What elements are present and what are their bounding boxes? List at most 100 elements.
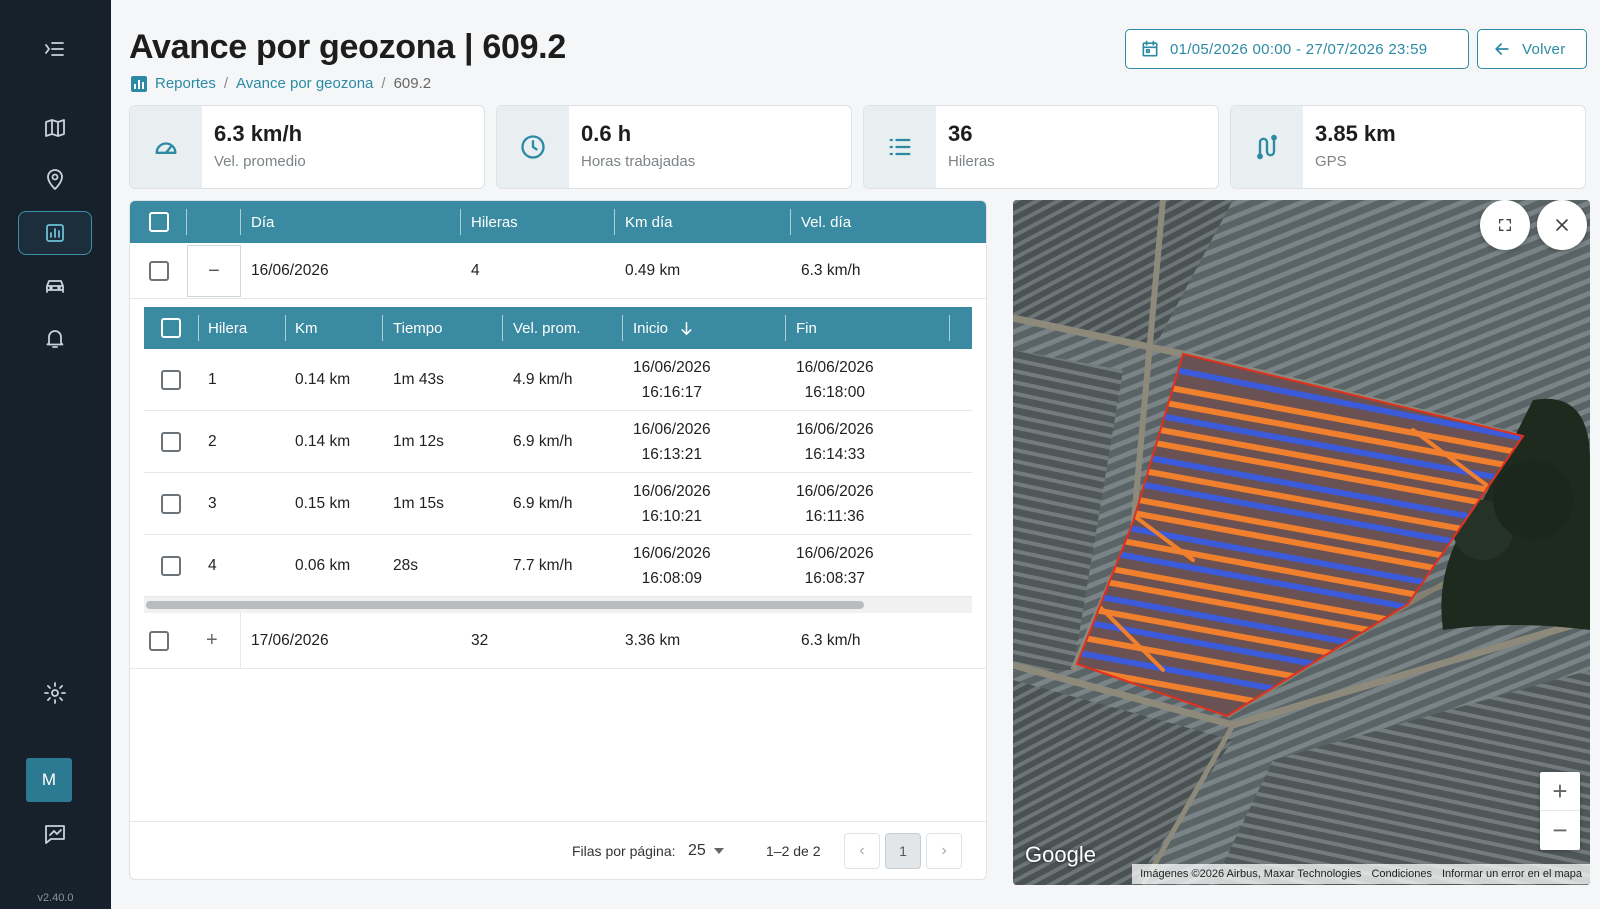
subrow-checkbox[interactable]: [161, 493, 181, 514]
column-header-vel-dia[interactable]: Vel. día: [801, 201, 851, 243]
cell-vel: 6.3 km/h: [801, 261, 861, 279]
satellite-map[interactable]: [1013, 200, 1590, 885]
current-page-button[interactable]: 1: [885, 833, 921, 869]
sidebar-item-reports[interactable]: [18, 211, 92, 255]
breadcrumb-geozone-progress[interactable]: Avance por geozona: [236, 75, 373, 92]
column-header-hilera[interactable]: Hilera: [208, 307, 247, 349]
rows-per-page-select[interactable]: 25: [688, 822, 724, 879]
map-view[interactable]: + − Google Imágenes ©2026 Airbus, Maxar …: [1013, 200, 1590, 885]
cell-vel: 6.3 km/h: [801, 631, 861, 649]
fullscreen-icon: [1499, 219, 1511, 231]
fin-hora: 16:18:00: [804, 383, 865, 401]
select-all-checkbox[interactable]: [149, 212, 169, 232]
cell-km: 0.14 km: [295, 432, 351, 450]
cell-tiempo: 1m 12s: [393, 432, 444, 450]
subtable-row[interactable]: 4 0.06 km 28s 7.7 km/h 16/06/2026 16:08:0…: [144, 535, 972, 597]
column-header-hileras[interactable]: Hileras: [471, 201, 518, 243]
column-header-km[interactable]: Km: [295, 307, 318, 349]
zoom-out-button[interactable]: −: [1540, 811, 1580, 850]
stat-value: 3.85 km: [1315, 121, 1396, 146]
column-header-fin[interactable]: Fin: [796, 307, 817, 349]
sidebar: M v2.40.0: [0, 0, 111, 909]
map-zoom-controls: + −: [1540, 772, 1580, 850]
cell-km: 0.14 km: [295, 370, 351, 388]
column-header-inicio[interactable]: Inicio: [633, 307, 695, 349]
table-row[interactable]: − 16/06/2026 4 0.49 km 6.3 km/h: [130, 243, 986, 299]
date-range-label: 01/05/2026 00:00 - 27/07/2026 23:59: [1170, 40, 1428, 58]
close-icon: [1556, 219, 1568, 231]
sidebar-item-vehicles[interactable]: [18, 264, 92, 308]
cell-inicio: 16/06/2026 16:16:17: [633, 349, 711, 410]
scrollbar-thumb[interactable]: [146, 601, 864, 609]
sidebar-item-map[interactable]: [18, 106, 92, 150]
fin-fecha: 16/06/2026: [796, 420, 874, 438]
fin-hora: 16:14:33: [804, 445, 865, 463]
cell-km: 0.15 km: [295, 494, 351, 512]
google-logo: Google: [1025, 842, 1096, 867]
column-header-tiempo[interactable]: Tiempo: [393, 307, 442, 349]
chevron-left-icon: ‹: [859, 842, 865, 859]
column-header-dia[interactable]: Día: [251, 201, 274, 243]
row-checkbox[interactable]: [149, 630, 169, 651]
date-range-button[interactable]: 01/05/2026 00:00 - 27/07/2026 23:59: [1125, 29, 1469, 69]
table-row[interactable]: + 17/06/2026 32 3.36 km 6.3 km/h: [130, 613, 986, 669]
next-page-button[interactable]: ›: [926, 833, 962, 869]
rows-per-page-label: Filas por página:: [572, 842, 676, 859]
cell-fin: 16/06/2026 16:11:36: [796, 473, 874, 534]
horizontal-scrollbar[interactable]: [144, 597, 972, 613]
sidebar-item-settings[interactable]: [18, 671, 92, 715]
cell-hilera: 4: [208, 556, 217, 574]
stat-card-hours: 0.6 h Horas trabajadas: [496, 105, 852, 189]
inicio-hora: 16:13:21: [641, 445, 702, 463]
user-avatar[interactable]: M: [26, 758, 72, 802]
row-checkbox[interactable]: [149, 260, 169, 281]
cell-tiempo: 28s: [393, 556, 418, 574]
back-button[interactable]: Volver: [1477, 29, 1587, 69]
expand-row-button[interactable]: +: [206, 613, 218, 668]
table-pagination: Filas por página: 25 1–2 de 2 ‹ 1 ›: [130, 821, 986, 879]
bar-chart-icon: [46, 224, 64, 242]
inicio-fecha: 16/06/2026: [633, 358, 711, 376]
terms-link[interactable]: Condiciones: [1371, 868, 1432, 880]
stat-card-speed: 6.3 km/h Vel. promedio: [129, 105, 485, 189]
subrow-checkbox[interactable]: [161, 555, 181, 576]
rows-per-page-value: 25: [688, 841, 706, 859]
select-all-subrows-checkbox[interactable]: [161, 318, 181, 338]
column-header-km-dia[interactable]: Km día: [625, 201, 673, 243]
back-label: Volver: [1522, 40, 1566, 58]
feedback-button[interactable]: [18, 812, 92, 856]
fin-fecha: 16/06/2026: [796, 358, 874, 376]
fin-fecha: 16/06/2026: [796, 544, 874, 562]
gear-icon: [44, 682, 66, 704]
stat-value: 0.6 h: [581, 121, 632, 146]
map-attribution: Imágenes ©2026 Airbus, Maxar Technologie…: [1132, 864, 1590, 884]
cell-inicio: 16/06/2026 16:08:09: [633, 535, 711, 596]
subtable-row[interactable]: 3 0.15 km 1m 15s 6.9 km/h 16/06/2026 16:1…: [144, 473, 972, 535]
column-header-vel-prom[interactable]: Vel. prom.: [513, 307, 581, 349]
prev-page-button[interactable]: ‹: [844, 833, 880, 869]
close-map-button[interactable]: [1537, 200, 1587, 250]
report-error-link[interactable]: Informar un error en el mapa: [1442, 868, 1582, 880]
zoom-in-button[interactable]: +: [1540, 772, 1580, 811]
subtable-row[interactable]: 2 0.14 km 1m 12s 6.9 km/h 16/06/2026 16:1…: [144, 411, 972, 473]
collapse-row-button[interactable]: −: [187, 245, 241, 297]
rows-subtable: Hilera Km Tiempo Vel. prom. Inicio Fin 1…: [144, 307, 972, 613]
bell-icon: [46, 330, 64, 348]
stat-label: GPS: [1315, 153, 1347, 170]
cell-vel-prom: 6.9 km/h: [513, 494, 573, 512]
sidebar-item-alerts[interactable]: [18, 316, 92, 360]
sidebar-item-locations[interactable]: [18, 158, 92, 202]
inicio-fecha: 16/06/2026: [633, 420, 711, 438]
subrow-checkbox[interactable]: [161, 431, 181, 452]
subrow-checkbox[interactable]: [161, 369, 181, 390]
breadcrumb-reports[interactable]: Reportes: [155, 75, 216, 92]
cell-tiempo: 1m 43s: [393, 370, 444, 388]
subtable-row[interactable]: 1 0.14 km 1m 43s 4.9 km/h 16/06/2026 16:1…: [144, 349, 972, 411]
feedback-icon: [45, 825, 65, 844]
fin-fecha: 16/06/2026: [796, 482, 874, 500]
breadcrumb: Reportes / Avance por geozona / 609.2: [131, 75, 431, 92]
fullscreen-button[interactable]: [1480, 200, 1530, 250]
car-icon: [46, 280, 64, 293]
menu-toggle-button[interactable]: [18, 27, 92, 71]
map-icon: [45, 119, 65, 137]
